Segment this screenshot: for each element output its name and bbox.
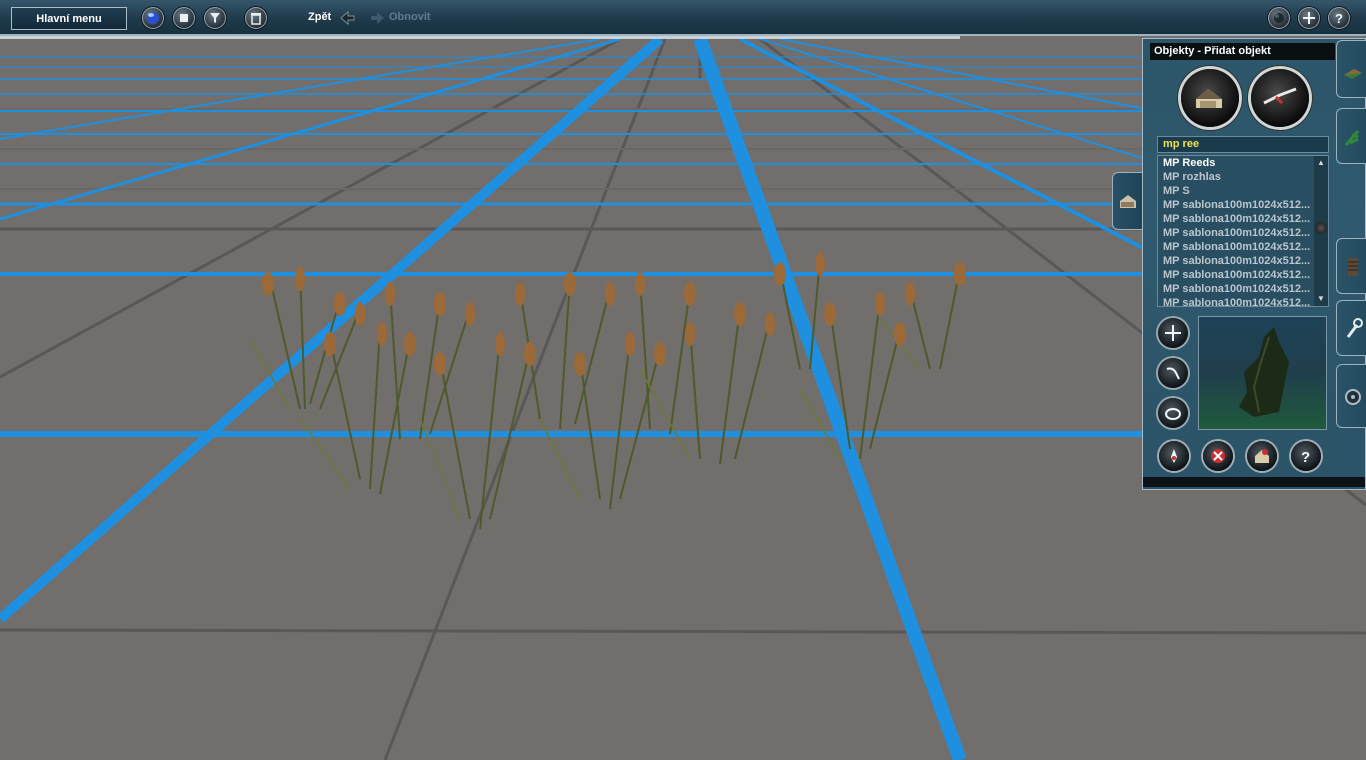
vegetation-tab[interactable] (1336, 108, 1366, 164)
list-item[interactable]: MP sablona100m1024x512... (1158, 198, 1313, 212)
panel-help-button[interactable]: ? (1291, 441, 1321, 471)
globe-icon (147, 12, 159, 24)
vegetation-tab-icon (1344, 130, 1360, 146)
list-item[interactable]: MP sablona100m1024x512... (1158, 282, 1313, 296)
scenery-tab[interactable] (1336, 40, 1366, 98)
panel-title: Objekty - Přidat objekt (1150, 43, 1335, 60)
object-list[interactable]: MP Reeds MP rozhlas MP S MP sablona100m1024… (1157, 155, 1329, 307)
panel-footer (1143, 477, 1365, 487)
objects-panel: Objekty - Přidat objekt mp ree MP Reeds M… (1142, 38, 1366, 490)
orbit-icon (1165, 408, 1181, 420)
help-button[interactable]: ? (1328, 7, 1350, 29)
help-icon: ? (1335, 11, 1343, 26)
main-menu-button[interactable]: Hlavní menu (11, 7, 127, 30)
settings-tab[interactable] (1336, 364, 1366, 428)
object-icon (1255, 449, 1269, 463)
stop-button[interactable] (173, 7, 195, 29)
svg-text:?: ? (1335, 11, 1343, 26)
orbit-object-button[interactable] (1158, 398, 1188, 428)
search-filter-input[interactable]: mp ree (1157, 136, 1329, 153)
clock-icon (1263, 87, 1297, 105)
object-mode-button[interactable] (1181, 69, 1239, 127)
list-item[interactable]: MP sablona100m1024x512... (1158, 254, 1313, 268)
night-mode-button[interactable] (1268, 7, 1290, 29)
filter-icon (210, 13, 220, 23)
list-item[interactable]: MP sablona100m1024x512... (1158, 296, 1313, 306)
list-item[interactable]: MP Reeds (1158, 156, 1313, 170)
globe-button[interactable] (142, 7, 164, 29)
scroll-down-icon[interactable]: ▼ (1316, 294, 1326, 303)
top-toolbar: Hlavní menu Zpět Obnovit ? (0, 0, 1366, 36)
add-object-button[interactable] (1158, 318, 1188, 348)
scroll-up-icon[interactable]: ▲ (1316, 158, 1326, 167)
trash-button[interactable] (245, 7, 267, 29)
settings-tab-icon (1345, 389, 1361, 405)
filter-button[interactable] (204, 7, 226, 29)
panel-collapse-tab[interactable] (1112, 172, 1145, 230)
rotate-object-button[interactable] (1158, 358, 1188, 388)
help-icon: ? (1301, 449, 1310, 465)
undo-arrow-icon[interactable] (339, 10, 355, 26)
delete-object-button[interactable] (1203, 441, 1233, 471)
add-icon (1165, 325, 1181, 341)
tools-tab-icon (1346, 318, 1363, 338)
list-item[interactable]: MP sablona100m1024x512... (1158, 226, 1313, 240)
list-item[interactable]: MP sablona100m1024x512... (1158, 212, 1313, 226)
list-item[interactable]: MP S (1158, 184, 1313, 198)
scenery-tab-icon (1344, 69, 1362, 79)
list-item[interactable]: MP rozhlas (1158, 170, 1313, 184)
track-tab-icon (1348, 258, 1358, 276)
track-tab[interactable] (1336, 238, 1366, 294)
add-icon (1303, 12, 1315, 24)
svg-text:?: ? (1301, 449, 1310, 465)
pick-object-button[interactable] (1159, 441, 1189, 471)
night-icon (1274, 13, 1284, 23)
scroll-thumb[interactable] (1315, 222, 1327, 234)
add-button[interactable] (1298, 7, 1320, 29)
delete-icon (1211, 449, 1225, 463)
tools-tab[interactable] (1336, 300, 1366, 356)
object-preview (1198, 316, 1327, 430)
list-item[interactable]: MP sablona100m1024x512... (1158, 268, 1313, 282)
rotate-icon (1166, 367, 1180, 380)
redo-arrow-icon[interactable] (370, 10, 386, 26)
scenery-mode-button[interactable] (1251, 69, 1309, 127)
reed-preview-image (1239, 327, 1289, 417)
trash-icon (251, 13, 261, 25)
list-scrollbar[interactable]: ▲ ▼ (1314, 156, 1328, 306)
house-icon (1120, 195, 1136, 208)
eyedropper-icon (1171, 449, 1177, 463)
redo-button[interactable]: Obnovit (389, 11, 431, 23)
undo-button[interactable]: Zpět (308, 11, 331, 23)
house-icon (1196, 89, 1222, 108)
list-item[interactable]: MP sablona100m1024x512... (1158, 240, 1313, 254)
object-properties-button[interactable] (1247, 441, 1277, 471)
stop-icon (180, 14, 188, 22)
